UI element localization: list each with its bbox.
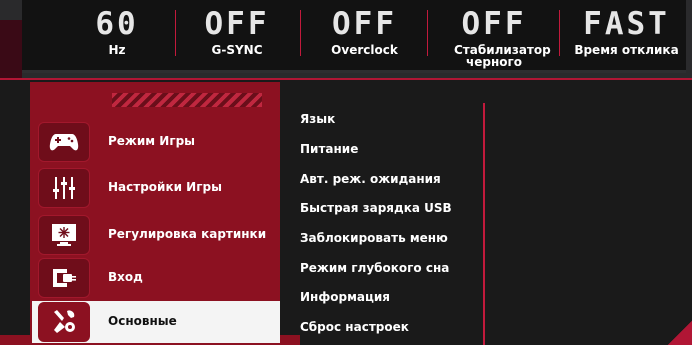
accent-stripe <box>0 78 692 80</box>
black-stabilizer-value: OFF <box>461 6 527 42</box>
input-icon <box>38 258 90 298</box>
nav-label: Основные <box>108 314 177 328</box>
menu-item-auto-standby[interactable]: Авт. реж. ожидания <box>300 172 441 186</box>
tools-icon <box>38 302 90 342</box>
nav-item-game-mode[interactable]: Режим Игры <box>32 121 280 163</box>
nav-item-general[interactable]: Основные <box>32 301 280 343</box>
nav-label: Настройки Игры <box>108 180 222 194</box>
corner-accent <box>668 321 692 345</box>
status-divider <box>559 10 560 56</box>
nav-label: Вход <box>108 270 143 284</box>
refresh-rate-label: Hz <box>108 43 126 57</box>
left-rail <box>0 20 22 80</box>
black-stabilizer-label: Стабилизатор черного <box>454 43 551 69</box>
gsync-label: G-SYNC <box>211 43 263 57</box>
refresh-rate-value: 60 <box>95 6 139 42</box>
gamepad-icon <box>38 122 90 162</box>
hatch-decoration <box>112 93 262 107</box>
status-divider <box>427 10 428 56</box>
column-divider <box>483 103 485 345</box>
nav-label: Регулировка картинки <box>108 227 267 241</box>
menu-item-reset[interactable]: Сброс настроек <box>300 320 409 334</box>
nav-label: Режим Игры <box>108 134 196 148</box>
overclock-label: Overclock <box>331 43 398 57</box>
status-refresh-rate: 60 Hz <box>62 0 172 70</box>
gsync-value: OFF <box>204 6 270 42</box>
menu-item-deep-sleep[interactable]: Режим глубокого сна <box>300 261 449 275</box>
status-gsync: OFF G-SYNC <box>182 0 292 70</box>
status-response-time: FAST Время отклика <box>567 0 686 70</box>
response-time-label: Время отклика <box>574 43 679 57</box>
sliders-icon <box>38 168 90 208</box>
menu-item-usb-fast-charge[interactable]: Быстрая зарядка USB <box>300 201 452 215</box>
nav-item-input[interactable]: Вход <box>32 257 280 299</box>
menu-item-information[interactable]: Информация <box>300 290 390 304</box>
menu-item-lock-menu[interactable]: Заблокировать меню <box>300 231 448 245</box>
status-divider <box>175 10 176 56</box>
menu-item-power[interactable]: Питание <box>300 142 358 156</box>
status-black-stabilizer: OFF Стабилизатор черного <box>434 0 554 70</box>
nav-item-picture-adjust[interactable]: Регулировка картинки <box>32 214 280 256</box>
status-divider <box>300 10 301 56</box>
status-bar-inner: 60 Hz OFF G-SYNC OFF Overclock OFF Стаби… <box>22 0 686 73</box>
menu-item-language[interactable]: Язык <box>300 112 335 126</box>
nav-item-game-settings[interactable]: Настройки Игры <box>32 167 280 209</box>
status-bar: 60 Hz OFF G-SYNC OFF Overclock OFF Стаби… <box>0 0 692 80</box>
display-icon <box>38 215 90 255</box>
overclock-value: OFF <box>332 6 397 42</box>
status-overclock: OFF Overclock <box>307 0 422 70</box>
response-time-value: FAST <box>583 6 670 42</box>
